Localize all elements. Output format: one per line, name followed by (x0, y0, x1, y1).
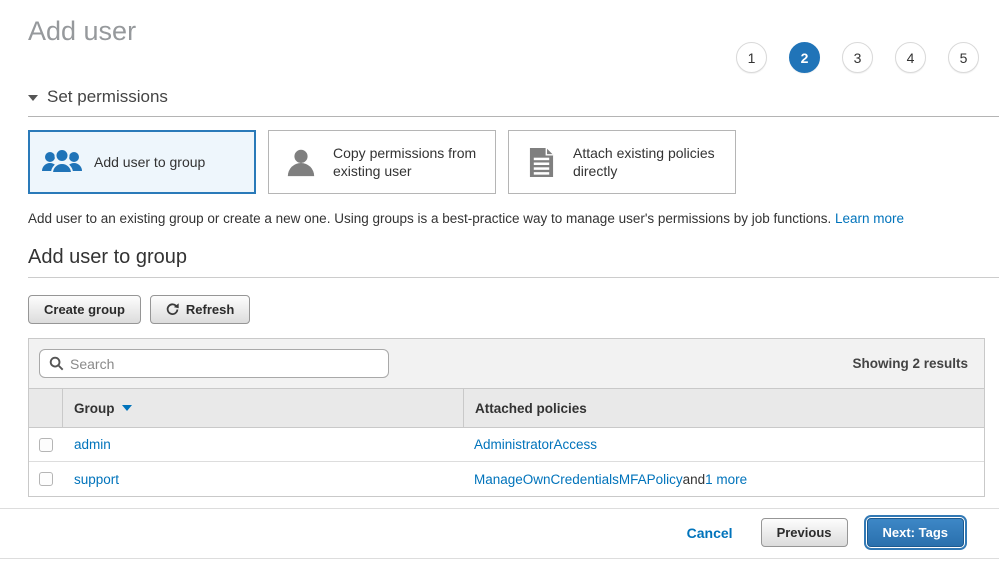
step-indicator: 1 2 3 4 5 (736, 42, 979, 73)
policy-document-icon (519, 147, 563, 178)
step-2-active: 2 (789, 42, 820, 73)
create-group-button[interactable]: Create group (28, 295, 141, 324)
user-group-icon (40, 146, 84, 178)
card-add-user-to-group[interactable]: Add user to group (28, 130, 256, 194)
refresh-button[interactable]: Refresh (150, 295, 250, 324)
search-input[interactable] (70, 356, 379, 372)
more-policies-link[interactable]: 1 more (705, 472, 747, 487)
next-tags-button[interactable]: Next: Tags (867, 518, 965, 547)
card-label: Add user to group (94, 153, 205, 171)
description-text: Add user to an existing group or create … (28, 211, 835, 226)
table-header-row: Group Attached policies (29, 388, 984, 428)
group-link[interactable]: support (74, 472, 119, 487)
column-header-attached-policies: Attached policies (463, 389, 984, 427)
bottom-divider (0, 558, 999, 559)
section-description: Add user to an existing group or create … (28, 211, 985, 226)
search-icon (49, 356, 64, 371)
previous-button[interactable]: Previous (761, 518, 848, 547)
permission-option-cards: Add user to group Copy permissions from … (28, 130, 985, 194)
add-user-to-group-heading: Add user to group (28, 246, 999, 278)
row-checkbox-cell (29, 428, 63, 461)
policies-column-label: Attached policies (475, 401, 587, 416)
table-row-admin: admin AdministratorAccess (29, 428, 984, 462)
policy-link[interactable]: ManageOwnCredentialsMFAPolicy (474, 472, 683, 487)
step-4: 4 (895, 42, 926, 73)
row-checkbox-cell (29, 462, 63, 496)
step-1: 1 (736, 42, 767, 73)
refresh-icon (166, 303, 179, 316)
group-cell: support (63, 462, 463, 496)
policies-cell: AdministratorAccess (463, 428, 984, 461)
groups-table: Showing 2 results Group Attached policie… (28, 338, 985, 497)
group-cell: admin (63, 428, 463, 461)
card-attach-policies[interactable]: Attach existing policies directly (508, 130, 736, 194)
page: Add user 1 2 3 4 5 Set permissions (0, 16, 999, 559)
group-column-label: Group (74, 401, 115, 416)
set-permissions-toggle[interactable]: Set permissions (28, 87, 999, 117)
policy-link[interactable]: AdministratorAccess (474, 437, 597, 452)
search-box[interactable] (39, 349, 389, 378)
step-3: 3 (842, 42, 873, 73)
row-checkbox[interactable] (39, 472, 53, 486)
cancel-button[interactable]: Cancel (687, 525, 733, 541)
chevron-down-icon (28, 95, 38, 101)
sort-desc-icon (122, 405, 132, 411)
results-count: Showing 2 results (852, 356, 974, 371)
group-actions: Create group Refresh (28, 295, 985, 324)
select-all-cell (29, 389, 63, 427)
user-icon (279, 146, 323, 178)
row-checkbox[interactable] (39, 438, 53, 452)
table-row-support: support ManageOwnCredentialsMFAPolicy an… (29, 462, 984, 496)
column-header-group[interactable]: Group (63, 389, 463, 427)
card-copy-permissions[interactable]: Copy permissions from existing user (268, 130, 496, 194)
and-text: and (683, 472, 706, 487)
card-label: Attach existing policies directly (573, 144, 725, 180)
learn-more-link[interactable]: Learn more (835, 211, 904, 226)
step-5: 5 (948, 42, 979, 73)
table-toolbar: Showing 2 results (29, 339, 984, 388)
group-link[interactable]: admin (74, 437, 111, 452)
set-permissions-title: Set permissions (47, 87, 168, 107)
card-label: Copy permissions from existing user (333, 144, 485, 180)
policies-cell: ManageOwnCredentialsMFAPolicy and 1 more (463, 462, 984, 496)
wizard-footer: Cancel Previous Next: Tags (28, 509, 985, 556)
refresh-label: Refresh (186, 302, 234, 317)
